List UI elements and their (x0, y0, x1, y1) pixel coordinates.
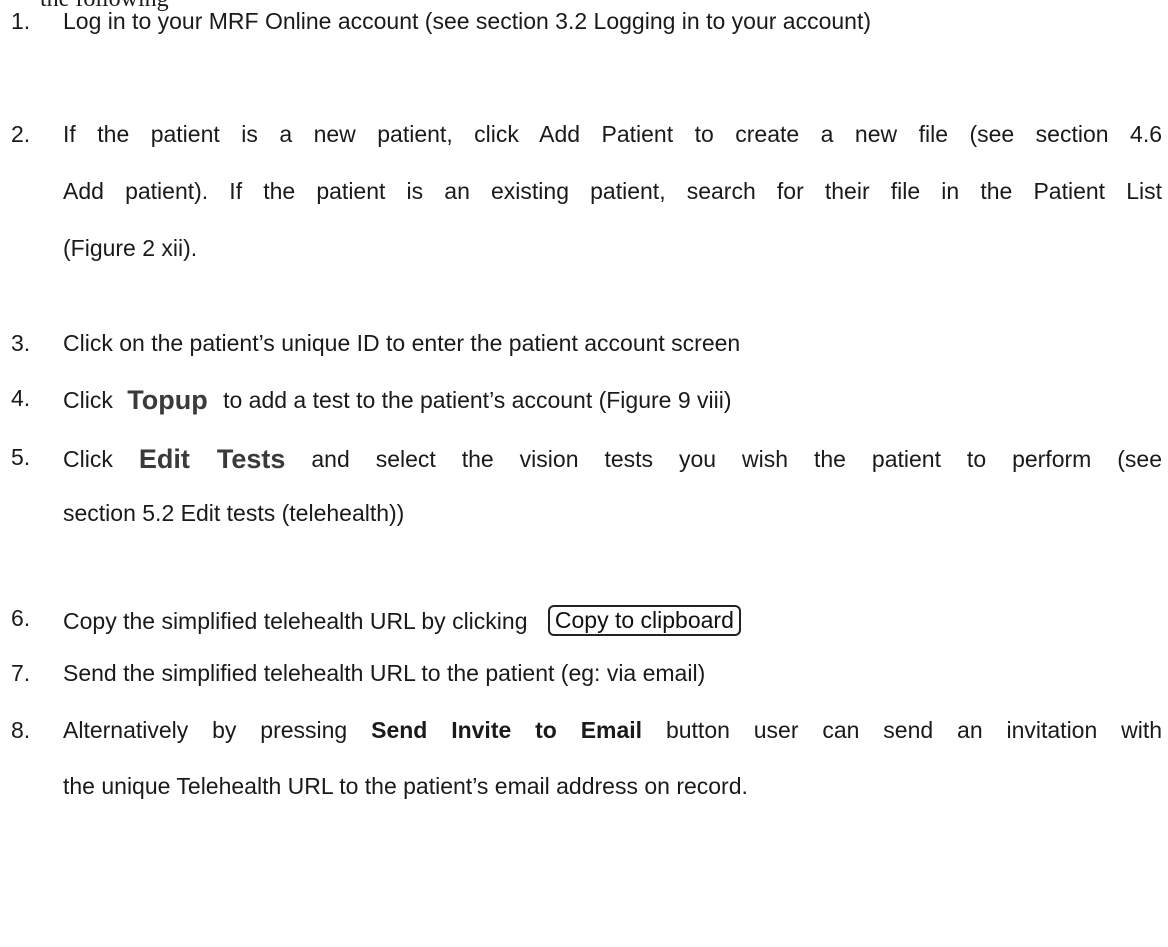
item-prefix: Click (63, 446, 113, 472)
item-number: 1. (11, 8, 31, 34)
item-text-line-1: Alternatively by pressing Send Invite to… (63, 717, 1162, 744)
item-number: 7. (11, 660, 31, 686)
item-text-line-2: Add patient). If the patient is an exist… (63, 178, 1162, 204)
item-number: 6. (11, 605, 31, 631)
item-text: Copy the simplified telehealth URL by cl… (63, 605, 741, 636)
item-text-line-2: section 5.2 Edit tests (telehealth)) (63, 500, 405, 526)
item-text: Send the simplified telehealth URL to th… (63, 660, 706, 686)
item-number: 5. (11, 444, 31, 470)
item-text-line-3: (Figure 2 xii). (63, 235, 198, 261)
item-suffix: and select the vision tests you wish the… (311, 446, 1163, 472)
item-suffix: to add a test to the patient’s account (… (223, 387, 732, 413)
item-text-line-1: If the patient is a new patient, click A… (63, 121, 1162, 147)
item-text: Log in to your MRF Online account (see s… (63, 8, 872, 34)
item-text: Click on the patient’s unique ID to ente… (63, 330, 741, 356)
document-page: the following 1. Log in to your MRF Onli… (0, 0, 1168, 947)
topup-button[interactable]: Topup (127, 385, 207, 415)
item-number: 8. (11, 717, 31, 743)
item-text-line-1: Click Edit Tests and select the vision t… (63, 444, 1162, 475)
item-prefix: Copy the simplified telehealth URL by cl… (63, 608, 528, 634)
item-text-line-2: the unique Telehealth URL to the patient… (63, 773, 748, 799)
copy-to-clipboard-button[interactable]: Copy to clipboard (547, 605, 741, 636)
edit-tests-button[interactable]: Edit Tests (139, 444, 286, 474)
item-suffix: button user can send an invitation with (665, 717, 1163, 743)
send-invite-to-email-button[interactable]: Send Invite to Email (371, 717, 642, 743)
item-prefix: Click (63, 387, 113, 413)
item-number: 3. (11, 330, 31, 356)
item-text: Click Topup to add a test to the patient… (63, 385, 732, 416)
item-number: 2. (11, 121, 31, 147)
item-prefix: Alternatively by pressing (63, 717, 348, 743)
item-number: 4. (11, 385, 31, 411)
